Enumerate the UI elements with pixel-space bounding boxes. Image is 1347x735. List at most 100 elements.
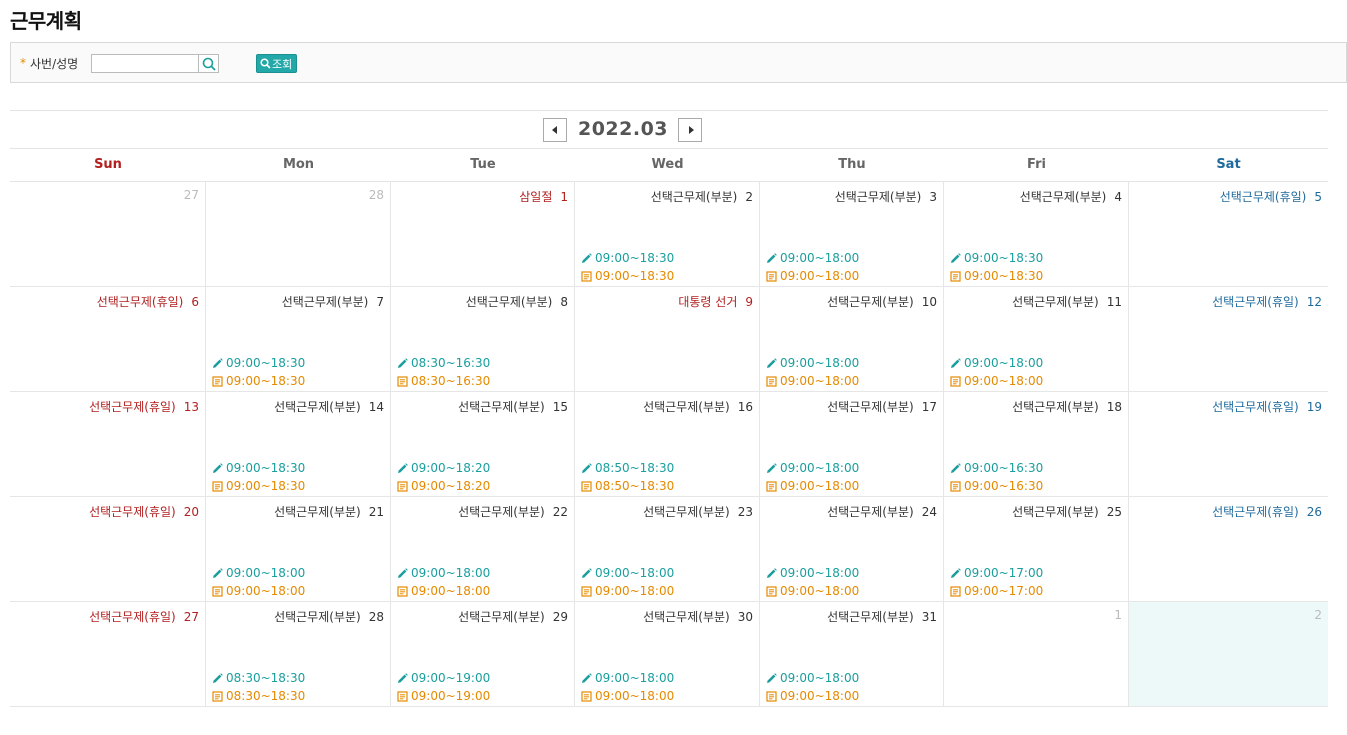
calendar-day-cell[interactable]: 선택근무제(부분) 16 08:50~18:30 08:50~18:30 <box>575 392 760 497</box>
calendar-day-cell[interactable]: 선택근무제(부분) 22 09:00~18:00 09:00~18:00 <box>391 497 575 602</box>
calendar-day-cell[interactable]: 선택근무제(휴일) 13 <box>10 392 206 497</box>
calendar-day-cell[interactable]: 선택근무제(부분) 8 08:30~16:30 08:30~16:30 <box>391 287 575 392</box>
planned-time[interactable]: 09:00~18:00 <box>766 356 859 370</box>
actual-time[interactable]: 09:00~18:00 <box>581 584 674 598</box>
actual-time[interactable]: 09:00~18:00 <box>766 374 859 388</box>
actual-time[interactable]: 08:30~16:30 <box>397 374 490 388</box>
prev-month-button[interactable] <box>543 118 567 142</box>
actual-time[interactable]: 09:00~18:00 <box>766 269 859 283</box>
planned-time[interactable]: 09:00~18:00 <box>581 566 674 580</box>
pencil-icon <box>951 567 961 578</box>
calendar-day-cell[interactable]: 선택근무제(부분) 24 09:00~18:00 09:00~18:00 <box>760 497 944 602</box>
day-header: 선택근무제(부분) 17 <box>827 398 937 415</box>
planned-time[interactable]: 09:00~18:00 <box>950 356 1043 370</box>
calendar-day-cell[interactable]: 선택근무제(부분) 30 09:00~18:00 09:00~18:00 <box>575 602 760 707</box>
document-icon <box>950 270 961 282</box>
search-icon-button[interactable] <box>198 54 219 73</box>
day-label: 선택근무제(부분) <box>1012 505 1099 519</box>
calendar-day-cell[interactable]: 선택근무제(휴일) 19 <box>1129 392 1328 497</box>
calendar-day-cell[interactable]: 선택근무제(휴일) 26 <box>1129 497 1328 602</box>
planned-time[interactable]: 08:30~18:30 <box>212 671 305 685</box>
day-number: 2 <box>745 190 753 204</box>
actual-time-text: 08:50~18:30 <box>595 479 675 493</box>
planned-time[interactable]: 09:00~16:30 <box>950 461 1043 475</box>
calendar-day-cell[interactable]: 삼일절 1 <box>391 182 575 287</box>
calendar-day-cell[interactable]: 선택근무제(부분) 2 09:00~18:30 09:00~18:30 <box>575 182 760 287</box>
calendar-day-cell[interactable]: 대통령 선거 9 <box>575 287 760 392</box>
day-label: 선택근무제(부분) <box>458 610 545 624</box>
document-icon <box>766 690 777 702</box>
actual-time[interactable]: 09:00~18:30 <box>212 374 305 388</box>
day-header: 선택근무제(휴일) 26 <box>1212 503 1322 520</box>
calendar-day-cell[interactable]: 선택근무제(부분) 28 08:30~18:30 08:30~18:30 <box>206 602 391 707</box>
actual-time[interactable]: 09:00~18:30 <box>581 269 674 283</box>
calendar-day-cell[interactable]: 선택근무제(부분) 18 09:00~16:30 09:00~16:30 <box>944 392 1129 497</box>
calendar-day-cell[interactable]: 선택근무제(휴일) 20 <box>10 497 206 602</box>
actual-time-text: 09:00~18:00 <box>780 689 860 703</box>
actual-time[interactable]: 09:00~18:30 <box>950 269 1043 283</box>
calendar-day-cell[interactable]: 선택근무제(부분) 25 09:00~17:00 09:00~17:00 <box>944 497 1129 602</box>
calendar-day-cell[interactable]: 선택근무제(부분) 23 09:00~18:00 09:00~18:00 <box>575 497 760 602</box>
planned-time[interactable]: 09:00~18:00 <box>766 251 859 265</box>
calendar-day-cell[interactable]: 선택근무제(휴일) 27 <box>10 602 206 707</box>
planned-time[interactable]: 09:00~18:30 <box>950 251 1043 265</box>
planned-time[interactable]: 09:00~19:00 <box>397 671 490 685</box>
actual-time[interactable]: 08:50~18:30 <box>581 479 674 493</box>
calendar-day-cell[interactable]: 선택근무제(부분) 14 09:00~18:30 09:00~18:30 <box>206 392 391 497</box>
day-label: 선택근무제(부분) <box>827 610 914 624</box>
next-month-button[interactable] <box>678 118 702 142</box>
calendar-day-cell[interactable]: 선택근무제(부분) 3 09:00~18:00 09:00~18:00 <box>760 182 944 287</box>
calendar-day-cell[interactable]: 2 <box>1129 602 1328 707</box>
calendar-day-cell[interactable]: 선택근무제(부분) 31 09:00~18:00 09:00~18:00 <box>760 602 944 707</box>
query-button[interactable]: 조회 <box>256 54 298 73</box>
planned-time[interactable]: 09:00~18:00 <box>581 671 674 685</box>
actual-time[interactable]: 09:00~18:00 <box>950 374 1043 388</box>
planned-time-text: 09:00~18:00 <box>595 566 675 580</box>
calendar-day-cell[interactable]: 27 <box>10 182 206 287</box>
actual-time[interactable]: 09:00~18:00 <box>581 689 674 703</box>
calendar-day-cell[interactable]: 선택근무제(부분) 15 09:00~18:20 09:00~18:20 <box>391 392 575 497</box>
calendar-day-cell[interactable]: 28 <box>206 182 391 287</box>
calendar-day-cell[interactable]: 선택근무제(부분) 21 09:00~18:00 09:00~18:00 <box>206 497 391 602</box>
day-header: 선택근무제(부분) 18 <box>1012 398 1122 415</box>
planned-time[interactable]: 09:00~18:00 <box>397 566 490 580</box>
actual-time[interactable]: 09:00~19:00 <box>397 689 490 703</box>
employee-search-input[interactable] <box>91 54 199 73</box>
planned-time[interactable]: 09:00~18:00 <box>766 566 859 580</box>
search-label: 사번/성명 <box>30 57 79 71</box>
calendar-day-cell[interactable]: 선택근무제(휴일) 5 <box>1129 182 1328 287</box>
calendar-day-cell[interactable]: 선택근무제(부분) 7 09:00~18:30 09:00~18:30 <box>206 287 391 392</box>
search-bar: * 사번/성명 조회 <box>10 42 1347 83</box>
month-nav: 2022.03 <box>10 110 1328 148</box>
planned-time[interactable]: 09:00~18:30 <box>581 251 674 265</box>
calendar-day-cell[interactable]: 선택근무제(부분) 4 09:00~18:30 09:00~18:30 <box>944 182 1129 287</box>
calendar-day-cell[interactable]: 선택근무제(부분) 10 09:00~18:00 09:00~18:00 <box>760 287 944 392</box>
actual-time[interactable]: 09:00~18:20 <box>397 479 490 493</box>
planned-time[interactable]: 09:00~18:00 <box>766 461 859 475</box>
actual-time[interactable]: 09:00~17:00 <box>950 584 1043 598</box>
actual-time[interactable]: 09:00~18:00 <box>397 584 490 598</box>
actual-time[interactable]: 09:00~18:00 <box>212 584 305 598</box>
planned-time[interactable]: 09:00~17:00 <box>950 566 1043 580</box>
actual-time[interactable]: 09:00~16:30 <box>950 479 1043 493</box>
planned-time[interactable]: 08:30~16:30 <box>397 356 490 370</box>
planned-time[interactable]: 09:00~18:30 <box>212 461 305 475</box>
calendar-day-cell[interactable]: 선택근무제(부분) 17 09:00~18:00 09:00~18:00 <box>760 392 944 497</box>
calendar-day-cell[interactable]: 선택근무제(휴일) 12 <box>1129 287 1328 392</box>
actual-time[interactable]: 09:00~18:00 <box>766 689 859 703</box>
calendar-day-cell[interactable]: 선택근무제(부분) 11 09:00~18:00 09:00~18:00 <box>944 287 1129 392</box>
planned-time[interactable]: 08:50~18:30 <box>581 461 674 475</box>
planned-time[interactable]: 09:00~18:00 <box>766 671 859 685</box>
planned-time[interactable]: 09:00~18:30 <box>212 356 305 370</box>
actual-time-text: 09:00~18:30 <box>226 479 306 493</box>
day-label: 대통령 선거 <box>678 295 738 309</box>
calendar-day-cell[interactable]: 선택근무제(휴일) 6 <box>10 287 206 392</box>
actual-time[interactable]: 09:00~18:30 <box>212 479 305 493</box>
planned-time[interactable]: 09:00~18:00 <box>212 566 305 580</box>
planned-time[interactable]: 09:00~18:20 <box>397 461 490 475</box>
calendar-day-cell[interactable]: 선택근무제(부분) 29 09:00~19:00 09:00~19:00 <box>391 602 575 707</box>
calendar-day-cell[interactable]: 1 <box>944 602 1129 707</box>
actual-time[interactable]: 09:00~18:00 <box>766 479 859 493</box>
actual-time[interactable]: 08:30~18:30 <box>212 689 305 703</box>
actual-time[interactable]: 09:00~18:00 <box>766 584 859 598</box>
